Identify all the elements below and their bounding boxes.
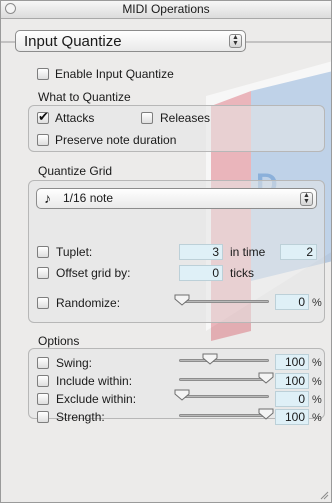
- sixteenth-note-icon: ♪: [44, 190, 51, 206]
- popup-arrows-icon: ▲ ▼: [229, 34, 242, 48]
- include-within-checkbox[interactable]: [37, 375, 49, 387]
- swing-label: Swing:: [56, 356, 93, 370]
- exclude-within-percent-unit: %: [312, 394, 322, 406]
- releases-label: Releases: [160, 111, 211, 125]
- tuplet-field[interactable]: 3: [179, 244, 223, 260]
- grid-value-popup[interactable]: ♪ 1/16 note ▲ ▼: [36, 188, 317, 209]
- what-to-quantize-heading: What to Quantize: [38, 90, 131, 104]
- popup-arrows-icon: ▲ ▼: [300, 192, 313, 206]
- grid-value-label: 1/16 note: [63, 191, 114, 205]
- enable-input-quantize-checkbox[interactable]: [37, 68, 49, 80]
- exclude-within-field[interactable]: 0: [275, 391, 309, 407]
- attacks-label: Attacks: [55, 111, 95, 125]
- strength-field[interactable]: 100: [275, 409, 309, 425]
- tuplet-checkbox[interactable]: [37, 246, 49, 258]
- close-icon[interactable]: [5, 3, 16, 14]
- swing-percent-unit: %: [312, 357, 322, 369]
- enable-input-quantize-label: Enable Input Quantize: [55, 67, 174, 81]
- title-bar[interactable]: MIDI Operations: [1, 1, 331, 19]
- offset-grid-field[interactable]: 0: [179, 265, 223, 281]
- strength-slider[interactable]: [179, 414, 269, 417]
- strength-checkbox[interactable]: [37, 411, 49, 423]
- attacks-checkbox[interactable]: [37, 109, 49, 125]
- in-time-field[interactable]: 2: [280, 244, 317, 260]
- include-within-slider[interactable]: [179, 378, 269, 381]
- randomize-checkbox[interactable]: [37, 297, 49, 309]
- window-title: MIDI Operations: [122, 2, 210, 16]
- midi-operations-window: D MIDI Operations Input Quantize ▲▼ Enab…: [0, 0, 332, 503]
- offset-grid-checkbox[interactable]: [37, 267, 49, 279]
- in-time-label: in time: [230, 245, 266, 259]
- ticks-label: ticks: [230, 266, 254, 280]
- include-within-label: Include within:: [56, 374, 133, 388]
- exclude-within-slider[interactable]: [179, 395, 269, 398]
- exclude-within-checkbox[interactable]: [37, 393, 49, 405]
- strength-percent-unit: %: [312, 412, 322, 424]
- strength-label: Strength:: [56, 410, 105, 424]
- include-within-field[interactable]: 100: [275, 373, 309, 389]
- operation-popup[interactable]: Input Quantize ▲ ▼: [15, 30, 246, 52]
- swing-checkbox[interactable]: [37, 357, 49, 369]
- swing-slider[interactable]: [179, 359, 269, 362]
- preserve-note-duration-label: Preserve note duration: [55, 133, 177, 147]
- randomize-field[interactable]: 0: [275, 294, 309, 310]
- tuplet-label: Tuplet:: [56, 245, 93, 259]
- preserve-note-duration-checkbox[interactable]: [37, 134, 49, 146]
- swing-field[interactable]: 100: [275, 354, 309, 370]
- randomize-slider[interactable]: [179, 300, 269, 303]
- options-heading: Options: [38, 334, 80, 348]
- randomize-label: Randomize:: [56, 296, 121, 310]
- offset-grid-label: Offset grid by:: [56, 266, 131, 280]
- releases-checkbox[interactable]: [141, 112, 153, 124]
- randomize-percent-unit: %: [312, 297, 322, 309]
- exclude-within-label: Exclude within:: [56, 392, 137, 406]
- operation-popup-label: Input Quantize: [24, 33, 122, 50]
- quantize-grid-heading: Quantize Grid: [38, 164, 113, 178]
- resize-grip-icon[interactable]: [319, 490, 329, 500]
- include-within-percent-unit: %: [312, 376, 322, 388]
